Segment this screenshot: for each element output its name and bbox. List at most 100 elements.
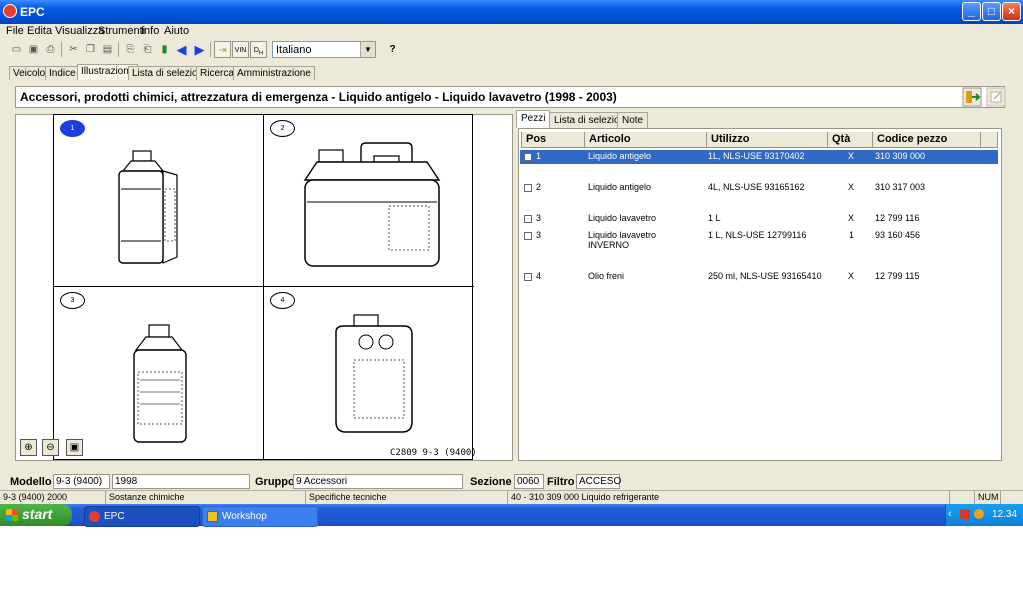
anno-field: 1998 — [112, 474, 250, 489]
row-pos: 2 — [536, 182, 542, 192]
row-utilizzo: 4L, NLS-USE 93165162 — [708, 182, 805, 192]
zoom-out-icon[interactable]: ⊖ — [42, 439, 59, 456]
zoom-in-icon[interactable]: ⊕ — [20, 439, 37, 456]
column-filler — [981, 132, 998, 148]
row-pos: 3 — [536, 213, 542, 223]
gruppo-field: 9 Accessori — [293, 474, 463, 489]
help-button[interactable]: ? — [384, 41, 401, 58]
table-row[interactable]: 4 Olio freni 250 ml, NLS-USE 93165410 X … — [520, 270, 998, 284]
tab-note[interactable]: Note — [617, 112, 649, 128]
row-checkbox[interactable] — [524, 184, 532, 192]
exit-icon[interactable]: ⇥ — [214, 41, 231, 58]
tab-amministrazione[interactable]: Amministrazione — [233, 66, 315, 80]
position-badge-3[interactable]: 3 — [60, 292, 85, 309]
sezione-field: 0060 — [514, 474, 544, 489]
position-badge-2[interactable]: 2 — [270, 120, 295, 137]
illustration-cell-1[interactable]: 1 — [54, 115, 264, 287]
chevron-left-icon[interactable]: ‹ — [948, 508, 952, 520]
menu-file[interactable]: File — [6, 25, 24, 37]
row-checkbox[interactable] — [524, 232, 532, 240]
remove-icon[interactable]: ⎗ — [139, 41, 156, 58]
save-icon[interactable]: ▣ — [25, 41, 42, 58]
row-pos: 1 — [536, 151, 542, 161]
start-button[interactable]: start — [0, 504, 72, 526]
dhs-icon[interactable]: DH — [250, 41, 267, 58]
menu-edita[interactable]: Edita — [27, 25, 52, 37]
cut-icon[interactable]: ✂ — [65, 41, 82, 58]
menu-info[interactable]: Info — [141, 25, 159, 37]
table-row[interactable]: 3 Liquido lavavetro 1 L X 12 799 116 — [520, 212, 998, 226]
minimize-button[interactable]: _ — [962, 2, 981, 21]
paste-icon[interactable]: ▤ — [99, 41, 116, 58]
position-badge-4[interactable]: 4 — [270, 292, 295, 309]
row-qta: 1 — [849, 230, 855, 240]
column-qta[interactable]: Qtà — [828, 132, 873, 148]
back-arrow-icon[interactable]: ◀ — [173, 41, 190, 58]
taskbar-item-workshop[interactable]: Workshop Informatio... — [202, 506, 318, 541]
tab-indice[interactable]: Indice — [45, 66, 80, 80]
illustration-caption: C2809 9-3 (9400) — [390, 448, 477, 458]
illustration-cell-2[interactable]: 2 — [264, 115, 474, 287]
tab-ricerca[interactable]: Ricerca — [196, 66, 238, 80]
row-utilizzo: 250 ml, NLS-USE 93165410 — [708, 271, 822, 281]
vin-button[interactable]: VIN — [232, 41, 249, 58]
language-value: Italiano — [276, 44, 312, 56]
table-row[interactable]: 2 Liquido antigelo 4L, NLS-USE 93165162 … — [520, 181, 998, 195]
clock[interactable]: 12.34 — [992, 509, 1017, 520]
language-select[interactable]: Italiano ▼ — [272, 41, 376, 58]
parts-table — [518, 128, 1002, 461]
close-button[interactable]: × — [1002, 2, 1021, 21]
row-articolo: Liquido antigelo — [588, 151, 652, 161]
row-checkbox[interactable] — [524, 273, 532, 281]
row-checkbox[interactable] — [524, 215, 532, 223]
illustration-cell-4[interactable]: 4 — [264, 287, 474, 459]
column-articolo[interactable]: Articolo — [585, 132, 707, 148]
open-icon[interactable]: ▭ — [8, 41, 25, 58]
status-category: Sostanze chimiche — [106, 491, 306, 504]
section-title: Accessori, prodotti chimici, attrezzatur… — [20, 90, 617, 104]
toolbar: ▭ ▣ ⎙ ✂ ❐ ▤ ⎘ ⎗ ▮ ◀ ▶ ⇥ VIN DH ? — [0, 40, 1023, 61]
print-icon[interactable]: ⎙ — [42, 41, 59, 58]
column-pos[interactable]: Pos — [521, 132, 585, 148]
row-pos: 3 — [536, 230, 542, 240]
notes-icon[interactable] — [986, 87, 1006, 107]
illustration-grid: 1 2 3 4 — [53, 114, 474, 460]
row-articolo: Liquido antigelo — [588, 182, 652, 192]
row-qta: X — [848, 182, 855, 192]
large-jerrycan-illustration — [303, 142, 441, 267]
maximize-button[interactable]: □ — [982, 2, 1001, 21]
row-codice: 310 317 003 — [875, 182, 926, 192]
tab-veicolo[interactable]: Veicolo — [9, 66, 50, 80]
menu-visualizza[interactable]: Visualizza — [55, 25, 104, 37]
epc-app-icon — [89, 511, 100, 522]
marker-icon[interactable]: ▮ — [156, 41, 173, 58]
forward-arrow-icon[interactable]: ▶ — [191, 41, 208, 58]
position-badge-1[interactable]: 1 — [60, 120, 85, 137]
column-codice-pezzo[interactable]: Codice pezzo — [873, 132, 981, 148]
fit-page-icon[interactable]: ▣ — [66, 439, 83, 456]
gruppo-label: Gruppo — [255, 476, 295, 488]
row-qta: X — [848, 151, 855, 161]
modello-label: Modello — [10, 476, 52, 488]
menu-aiuto[interactable]: Aiuto — [164, 25, 189, 37]
tab-pezzi[interactable]: Pezzi — [516, 110, 551, 128]
taskbar-item-epc[interactable]: EPC — [84, 506, 200, 527]
illustration-cell-3[interactable]: 3 — [54, 287, 264, 459]
chevron-down-icon[interactable]: ▼ — [360, 42, 375, 57]
copy-icon[interactable]: ❐ — [82, 41, 99, 58]
table-row[interactable]: 3 Liquido lavavetro INVERNO 1 L, NLS-USE… — [520, 229, 998, 251]
column-utilizzo[interactable]: Utilizzo — [707, 132, 828, 148]
security-tray-icon[interactable] — [974, 509, 984, 519]
row-checkbox[interactable] — [524, 153, 532, 161]
acrobat-tray-icon[interactable] — [960, 509, 970, 519]
add-icon[interactable]: ⎘ — [122, 41, 139, 58]
row-articolo-line2: INVERNO — [588, 240, 630, 250]
row-pos: 4 — [536, 271, 542, 281]
brake-fluid-can-illustration — [335, 314, 413, 433]
exit-icon[interactable] — [962, 87, 982, 107]
menu-strumenti[interactable]: Strumenti — [98, 25, 145, 37]
table-row[interactable]: 1 Liquido antigelo 1L, NLS-USE 93170402 … — [520, 150, 998, 164]
row-utilizzo: 1 L — [708, 213, 721, 223]
filtro-label: Filtro — [547, 476, 575, 488]
row-articolo: Olio freni — [588, 271, 625, 281]
